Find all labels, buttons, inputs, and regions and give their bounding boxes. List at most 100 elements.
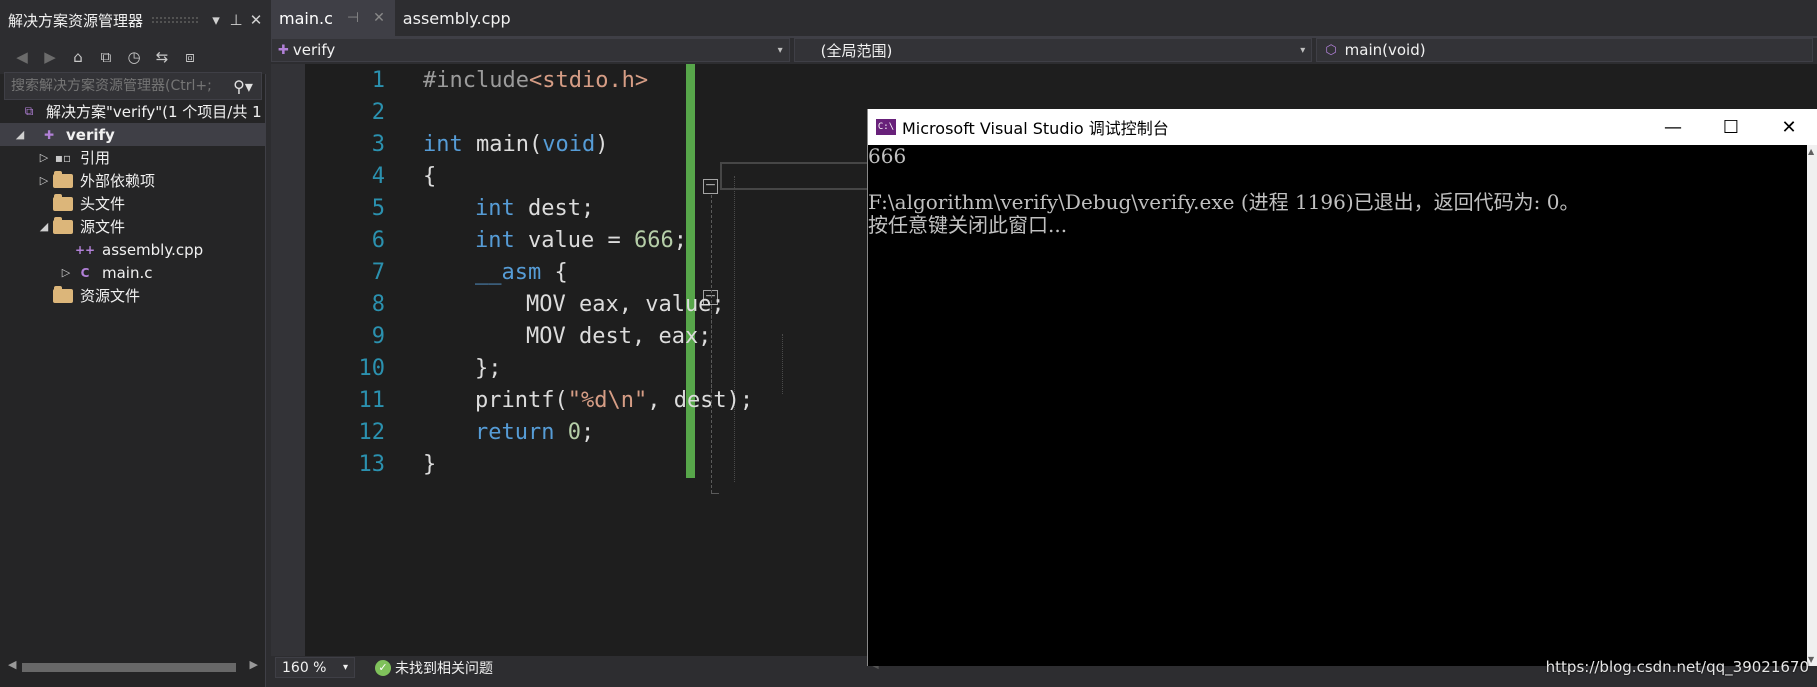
search-icon[interactable]: ⚲▾ [225, 77, 261, 96]
chevron-down-icon: ▾ [342, 662, 348, 673]
code-token: "%d\n" [567, 387, 648, 413]
project-icon: ✚ [278, 42, 289, 58]
tree-item-main-c[interactable]: ▷ C main.c [0, 261, 266, 284]
document-tabs: main.c ⊣ ✕ assembly.cpp [271, 0, 1817, 36]
scroll-left-icon[interactable]: ◀ [8, 658, 16, 671]
tree-item-assembly-cpp[interactable]: ++ assembly.cpp [0, 238, 266, 261]
tab-main-c[interactable]: main.c ⊣ ✕ [271, 0, 395, 36]
issues-indicator[interactable]: ✓ 未找到相关问题 [375, 658, 493, 678]
line-number: 11 [358, 387, 386, 413]
zoom-dropdown[interactable]: 160 % ▾ [275, 657, 355, 678]
home-icon[interactable]: ⌂ [66, 45, 90, 69]
line-number: 12 [358, 419, 386, 445]
expand-arrow-icon[interactable]: ▷ [58, 266, 74, 279]
line-number: 2 [371, 99, 385, 125]
tab-assembly-cpp[interactable]: assembly.cpp [395, 0, 521, 36]
tree-item-external-deps[interactable]: ▷ 外部依赖项 [0, 169, 266, 192]
minimize-icon[interactable]: — [1644, 117, 1702, 138]
line-number: 6 [371, 227, 385, 253]
scroll-right-icon[interactable]: ▶ [250, 658, 258, 671]
tree-item-resource-files[interactable]: 资源文件 [0, 284, 266, 307]
solution-search-input[interactable] [11, 78, 225, 94]
sync-icon[interactable]: ⇆ [150, 45, 174, 69]
solution-search-box[interactable]: ⚲▾ [4, 72, 262, 100]
chevron-down-icon: ▾ [1300, 44, 1306, 56]
indent-guide [734, 176, 735, 482]
code-token: int [475, 195, 515, 221]
console-output[interactable]: 666 F:\algorithm\verify\Debug\verify.exe… [868, 145, 1808, 666]
chevron-down-icon: ▾ [777, 44, 783, 56]
code-line-4: 4 { [305, 160, 437, 192]
code-token: MOV eax, value; [526, 291, 725, 317]
check-circle-icon: ✓ [375, 659, 391, 676]
code-line-11: 11 printf("%d\n", dest); [305, 384, 754, 416]
code-token: { [541, 259, 568, 285]
collapse-main-icon[interactable]: − [703, 178, 718, 194]
forward-icon[interactable]: ▶ [38, 45, 62, 69]
console-vertical-scrollbar[interactable]: ▲ ▼ [1807, 145, 1817, 666]
pin-icon[interactable]: ⊥ [226, 11, 246, 29]
method-icon: ⬡ [1325, 42, 1337, 58]
tree-item-label: 源文件 [80, 218, 126, 236]
navigation-bar: ✚ verify ▾ (全局范围) ▾ ⬡ main(void) [271, 38, 1817, 64]
tree-item-solution[interactable]: ⧉ 解决方案"verify"(1 个项目/共 1 个 [0, 100, 266, 123]
tree-item-project-verify[interactable]: ◢ ✚ verify [0, 123, 266, 146]
line-number: 4 [371, 163, 385, 189]
console-title-bar[interactable]: C:\ Microsoft Visual Studio 调试控制台 — ☐ ✕ [868, 109, 1817, 145]
pending-changes-icon[interactable]: ◷ [122, 45, 146, 69]
console-title: Microsoft Visual Studio 调试控制台 [902, 119, 1169, 138]
folder-icon [52, 170, 74, 190]
project-dropdown-value: verify [292, 41, 336, 59]
tree-item-label: 资源文件 [80, 287, 141, 305]
code-token: ) [595, 131, 609, 157]
solution-explorer-panel: 解决方案资源管理器 ▾ ⊥ ✕ ◀ ▶ ⌂ ⧉ ◷ ⇆ ⧈ ⚲▾ ⧉ 解决方案"… [0, 0, 266, 687]
folder-icon [52, 285, 74, 305]
code-line-12: 12 return 0; [305, 416, 595, 448]
tab-label: main.c [279, 8, 333, 28]
scrollbar-thumb[interactable] [22, 663, 236, 672]
window-position-dropdown-icon[interactable]: ▾ [206, 11, 226, 29]
member-dropdown[interactable]: ⬡ main(void) [1316, 38, 1813, 62]
code-text: 1 #include <stdio.h> 2 3 int main(void) 4… [305, 64, 754, 480]
scope-dropdown-value: (全局范围) [820, 41, 893, 60]
solution-horizontal-scrollbar[interactable]: ◀ ▶ [4, 658, 262, 676]
scroll-up-icon[interactable]: ▲ [1808, 147, 1814, 156]
project-dropdown[interactable]: ✚ verify ▾ [271, 38, 790, 62]
code-line-9: 9 MOV dest, eax; [305, 320, 712, 352]
code-line-1: 1 #include <stdio.h> [305, 64, 648, 96]
pin-tab-icon[interactable]: ⊣ [347, 10, 359, 26]
code-line-7: 7 __asm { [305, 256, 568, 288]
code-line-3: 3 int main(void) [305, 128, 609, 160]
solution-explorer-toolbar: ◀ ▶ ⌂ ⧉ ◷ ⇆ ⧈ [0, 40, 266, 74]
close-icon[interactable]: ✕ [1760, 117, 1817, 138]
maximize-icon[interactable]: ☐ [1702, 117, 1760, 138]
expand-arrow-icon[interactable]: ▷ [36, 174, 52, 187]
folder-open-icon [52, 216, 74, 236]
code-line-8: 8 MOV eax, value; [305, 288, 725, 320]
tree-item-source-files[interactable]: ◢ 源文件 [0, 215, 266, 238]
tree-item-header-files[interactable]: 头文件 [0, 192, 266, 215]
code-token: __asm [475, 259, 542, 285]
code-token: { [423, 163, 437, 189]
code-token: int [423, 131, 463, 157]
close-tab-icon[interactable]: ✕ [373, 10, 385, 26]
panel-drag-grip[interactable] [151, 16, 198, 24]
close-icon[interactable]: ✕ [246, 11, 266, 29]
code-token: value = [514, 227, 634, 253]
expand-arrow-icon[interactable]: ▷ [36, 151, 52, 164]
code-token: ; [580, 419, 595, 445]
tree-item-references[interactable]: ▷ ▪▫ 引用 [0, 146, 266, 169]
collapse-all-icon[interactable]: ⧈ [178, 45, 202, 69]
line-number: 9 [371, 323, 385, 349]
code-line-5: 5 int dest; [305, 192, 594, 224]
switch-views-icon[interactable]: ⧉ [94, 45, 118, 69]
collapse-arrow-icon[interactable]: ◢ [12, 128, 28, 141]
code-token: 0 [567, 419, 581, 445]
scope-dropdown[interactable]: (全局范围) ▾ [793, 38, 1313, 62]
code-token: #include [423, 67, 529, 93]
collapse-arrow-icon[interactable]: ◢ [36, 220, 52, 233]
debug-console-window[interactable]: C:\ Microsoft Visual Studio 调试控制台 — ☐ ✕ … [867, 109, 1817, 666]
tree-item-label: 外部依赖项 [80, 172, 156, 190]
back-icon[interactable]: ◀ [10, 45, 34, 69]
code-token: }; [475, 355, 502, 381]
